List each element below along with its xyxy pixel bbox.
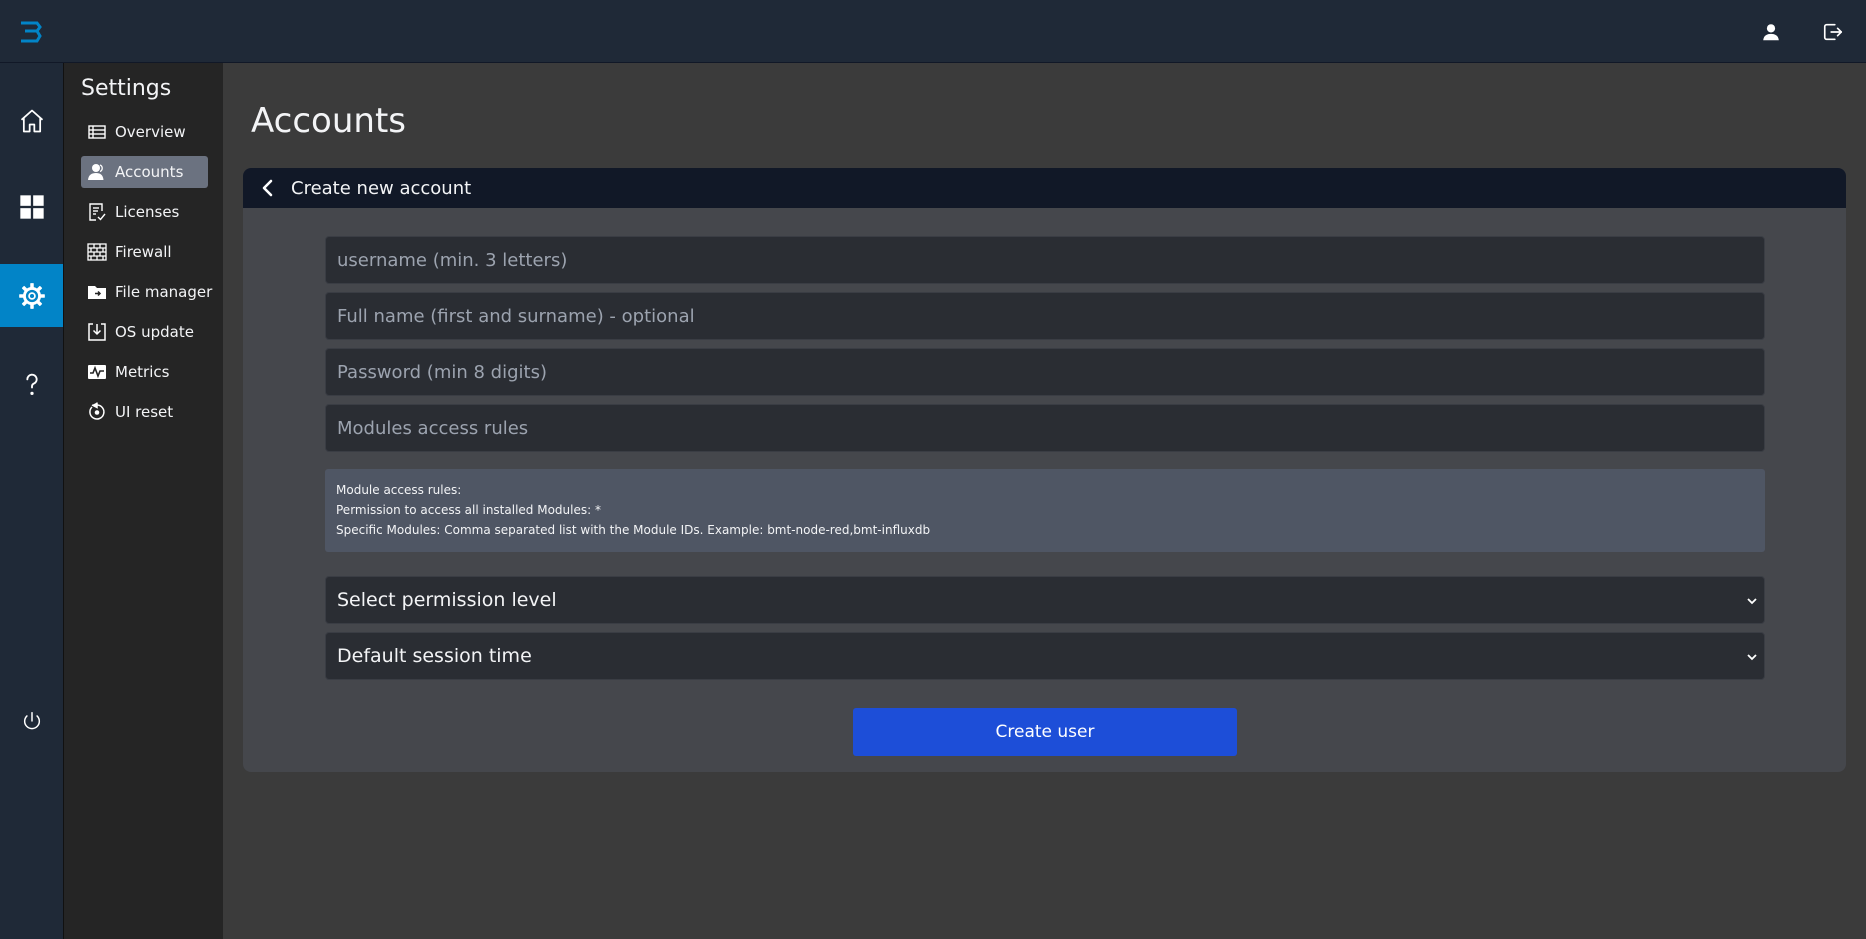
- list-icon: [88, 125, 106, 139]
- chevron-down-icon: [1747, 598, 1757, 605]
- pulse-icon: [88, 365, 106, 379]
- sidebar-item-label: Licenses: [115, 203, 180, 221]
- users-icon: [88, 164, 104, 180]
- sidebar-item-label: Metrics: [115, 363, 170, 381]
- nav-power[interactable]: [0, 689, 63, 752]
- sidebar-item-label: OS update: [115, 323, 194, 341]
- module-access-info: Module access rules: Permission to acces…: [325, 469, 1765, 552]
- page-title: Accounts: [251, 101, 406, 141]
- select-value: Default session time: [337, 645, 532, 667]
- password-input[interactable]: [325, 348, 1765, 396]
- create-user-button[interactable]: Create user: [853, 708, 1237, 756]
- sidebar-item-overview[interactable]: Overview: [81, 116, 208, 148]
- nav-help[interactable]: [0, 352, 63, 415]
- sidebar-item-label: UI reset: [115, 403, 174, 421]
- sidebar-item-ui-reset[interactable]: UI reset: [81, 396, 208, 428]
- download-icon: [88, 323, 106, 341]
- gear-icon: [18, 282, 45, 309]
- main-nav-rail: [0, 63, 63, 939]
- sidebar-item-licenses[interactable]: Licenses: [81, 196, 208, 228]
- sidebar-item-metrics[interactable]: Metrics: [81, 356, 208, 388]
- firewall-icon: [87, 243, 107, 261]
- session-time-select[interactable]: Default session time: [325, 632, 1765, 680]
- fullname-input[interactable]: [325, 292, 1765, 340]
- help-icon: [25, 373, 38, 395]
- modules-access-input[interactable]: [325, 404, 1765, 452]
- sidebar-item-label: Overview: [115, 123, 186, 141]
- top-bar: [0, 0, 1866, 63]
- sidebar-item-label: Firewall: [115, 243, 172, 261]
- sidebar-item-accounts[interactable]: Accounts: [81, 156, 208, 188]
- card-header: Create new account: [243, 168, 1846, 208]
- dashboard-icon: [19, 194, 44, 219]
- nav-home[interactable]: [0, 89, 63, 152]
- power-icon: [23, 711, 40, 729]
- info-line: Permission to access all installed Modul…: [336, 503, 601, 517]
- home-icon: [20, 109, 43, 132]
- sidebar-item-label: File manager: [115, 283, 213, 301]
- user-icon[interactable]: [1758, 19, 1784, 45]
- nav-settings[interactable]: [0, 264, 63, 327]
- logout-icon[interactable]: [1820, 19, 1846, 45]
- username-input[interactable]: [325, 236, 1765, 284]
- chevron-left-icon: [262, 179, 273, 197]
- settings-sidebar: Settings Overview Accounts Licenses Fire…: [63, 63, 223, 939]
- back-button[interactable]: [253, 173, 283, 203]
- sidebar-item-file-manager[interactable]: File manager: [81, 276, 212, 308]
- card-title: Create new account: [291, 177, 472, 199]
- info-line: Module access rules:: [336, 483, 462, 497]
- permission-level-select[interactable]: Select permission level: [325, 576, 1765, 624]
- chevron-down-icon: [1747, 654, 1757, 661]
- create-account-card: Create new account Module access rules: …: [243, 168, 1846, 772]
- reset-icon: [89, 402, 105, 420]
- settings-title: Settings: [81, 76, 172, 101]
- folder-icon: [88, 286, 106, 299]
- sidebar-item-firewall[interactable]: Firewall: [81, 236, 208, 268]
- sidebar-item-os-update[interactable]: OS update: [81, 316, 208, 348]
- info-line: Specific Modules: Comma separated list w…: [336, 523, 931, 537]
- nav-dashboard[interactable]: [0, 175, 63, 238]
- sidebar-item-label: Accounts: [115, 163, 184, 181]
- select-value: Select permission level: [337, 589, 557, 611]
- brand-logo-icon[interactable]: [19, 20, 43, 44]
- license-icon: [89, 203, 106, 221]
